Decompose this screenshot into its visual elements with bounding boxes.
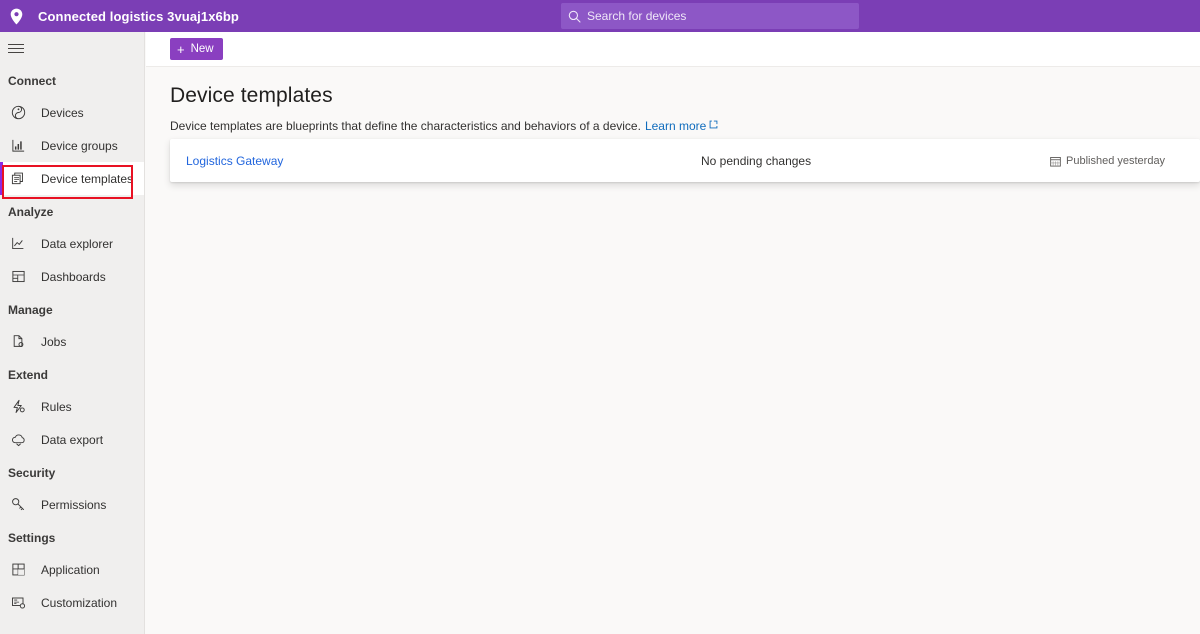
sidebar-item-permissions[interactable]: Permissions: [0, 488, 144, 521]
key-icon: [8, 495, 28, 515]
sidebar-item-label: Customization: [41, 596, 117, 610]
jobs-icon: [8, 332, 28, 352]
page-description-text: Device templates are blueprints that def…: [170, 119, 641, 133]
sidebar-group-analyze: Analyze: [0, 195, 144, 227]
sidebar-item-label: Devices: [41, 106, 84, 120]
external-link-icon: [709, 118, 718, 132]
sidebar-item-application[interactable]: Application: [0, 553, 144, 586]
sidebar-group-manage: Manage: [0, 293, 144, 325]
table-row[interactable]: Logistics Gateway No pending changes Pub…: [170, 139, 1200, 182]
sidebar-item-data-explorer[interactable]: Data explorer: [0, 227, 144, 260]
sidebar-item-rules[interactable]: Rules: [0, 390, 144, 423]
sidebar-item-label: Device groups: [41, 139, 118, 153]
sidebar-item-data-export[interactable]: Data export: [0, 423, 144, 456]
device-template-list: Logistics Gateway No pending changes Pub…: [170, 139, 1200, 182]
sidebar-item-label: Data explorer: [41, 237, 113, 251]
sidebar-item-device-groups[interactable]: Device groups: [0, 129, 144, 162]
device-groups-icon: [8, 136, 28, 156]
hamburger-menu-icon[interactable]: [0, 32, 145, 64]
customization-icon: [8, 593, 28, 613]
sidebar-item-label: Rules: [41, 400, 72, 414]
search-input[interactable]: [587, 4, 837, 28]
sidebar-item-jobs[interactable]: Jobs: [0, 325, 144, 358]
page-title: Device templates: [146, 67, 1200, 108]
published-status: Published yesterday: [1050, 155, 1165, 167]
dashboards-icon: [8, 267, 28, 287]
sidebar: Connect Devices Device groups: [0, 32, 145, 634]
global-search[interactable]: [561, 3, 859, 29]
new-button-label: New: [191, 43, 214, 55]
application-icon: [8, 560, 28, 580]
calendar-icon: [1050, 156, 1061, 167]
search-icon: [561, 3, 587, 29]
app-header: Connected logistics 3vuaj1x6bp: [0, 0, 1200, 32]
learn-more-link[interactable]: Learn more: [645, 119, 706, 133]
new-button[interactable]: + New: [170, 38, 223, 60]
sidebar-item-customization[interactable]: Customization: [0, 586, 144, 619]
sidebar-group-settings: Settings: [0, 521, 144, 553]
plus-icon: +: [177, 43, 185, 56]
sidebar-group-extend: Extend: [0, 358, 144, 390]
app-title: Connected logistics 3vuaj1x6bp: [38, 9, 239, 24]
command-bar: + New: [146, 32, 1200, 67]
sidebar-item-label: Data export: [41, 433, 103, 447]
rules-icon: [8, 397, 28, 417]
sidebar-item-devices[interactable]: Devices: [0, 96, 144, 129]
location-pin-icon: [0, 0, 32, 32]
page-description: Device templates are blueprints that def…: [146, 108, 1200, 133]
main-content: Device templates Device templates are bl…: [146, 67, 1200, 634]
sidebar-item-label: Jobs: [41, 335, 66, 349]
device-template-name-link[interactable]: Logistics Gateway: [186, 154, 283, 168]
sidebar-item-label: Permissions: [41, 498, 106, 512]
sidebar-group-connect: Connect: [0, 64, 144, 96]
device-templates-icon: [8, 169, 28, 189]
sidebar-item-label: Dashboards: [41, 270, 106, 284]
sidebar-item-label: Application: [41, 563, 100, 577]
data-export-icon: [8, 430, 28, 450]
data-explorer-icon: [8, 234, 28, 254]
published-label: Published yesterday: [1066, 155, 1165, 167]
sidebar-item-label: Device templates: [41, 172, 133, 186]
sidebar-group-security: Security: [0, 456, 144, 488]
sidebar-item-dashboards[interactable]: Dashboards: [0, 260, 144, 293]
pending-changes-status: No pending changes: [701, 154, 811, 168]
devices-icon: [8, 103, 28, 123]
sidebar-item-device-templates[interactable]: Device templates: [0, 162, 144, 195]
